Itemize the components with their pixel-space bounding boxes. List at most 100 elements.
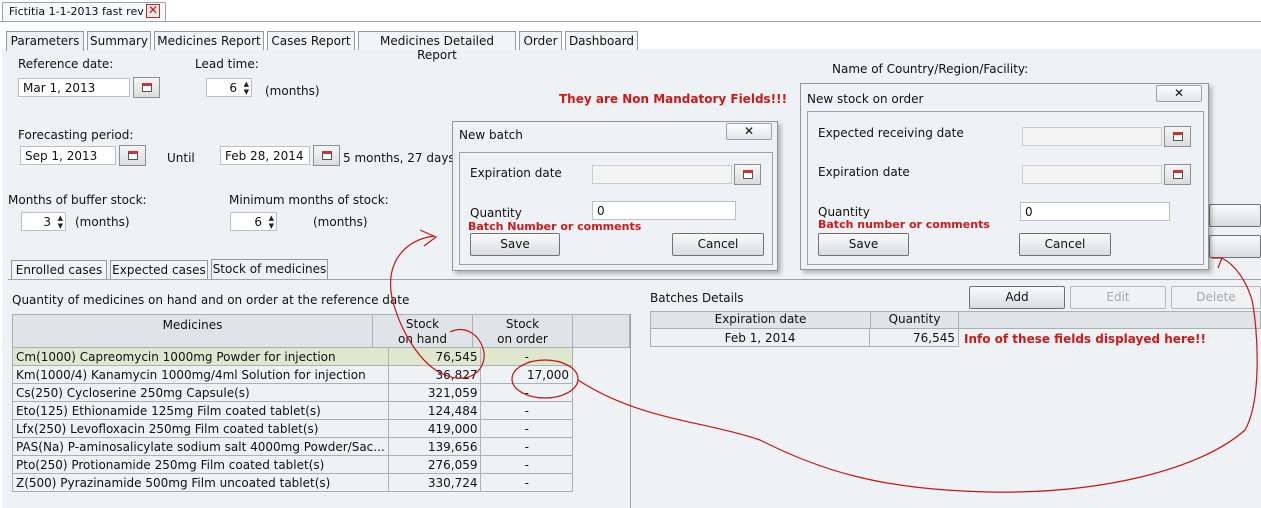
chevron-down-icon[interactable]: ▼ (54, 222, 63, 230)
lead-time-spinner[interactable]: 6 ▲ ▼ (206, 78, 252, 97)
chevron-down-icon[interactable]: ▼ (265, 222, 274, 230)
side-button[interactable] (1209, 204, 1261, 227)
quantity-field[interactable]: 0 (1020, 202, 1170, 221)
tab-stock-of-medicines[interactable]: Stock of medicines (211, 259, 328, 279)
stock-on-order-cell: 17,000 (480, 365, 573, 384)
calendar-icon[interactable] (313, 145, 340, 166)
column-header-medicines[interactable]: Medicines (12, 314, 373, 348)
quantity-cell: 76,545 (869, 328, 959, 347)
lead-time-unit: (months) (265, 84, 320, 98)
tab-expected-cases[interactable]: Expected cases (110, 260, 208, 279)
calendar-icon[interactable] (1164, 126, 1191, 147)
column-header-expiration[interactable]: Expiration date (650, 311, 871, 329)
table-row[interactable]: Cm(1000) Capreomycin 1000mg Powder for i… (12, 347, 573, 366)
forecast-start-field[interactable]: Sep 1, 2013 (20, 146, 116, 165)
column-header-empty (958, 311, 1261, 329)
column-header-on-hand[interactable]: Stock on hand (372, 314, 473, 348)
chevron-up-icon[interactable]: ▲ (265, 214, 274, 222)
expiration-date-field[interactable] (592, 165, 732, 184)
stock-on-order-cell: - (480, 347, 573, 366)
medicine-name-cell: Cs(250) Cycloserine 250mg Capsule(s) (12, 383, 389, 402)
expiration-date-field[interactable] (1022, 165, 1162, 184)
table-row[interactable]: Km(1000/4) Kanamycin 1000mg/4ml Solution… (12, 365, 573, 384)
new-batch-dialog: New batch ✕ Expiration date Quantity 0 B… (452, 121, 778, 271)
expiration-date-label: Expiration date (818, 165, 910, 179)
calendar-icon[interactable] (119, 145, 146, 166)
buffer-stock-spinner[interactable]: 3 ▲ ▼ (21, 212, 66, 231)
minimum-stock-unit: (months) (313, 215, 368, 229)
tab-medicines-report[interactable]: Medicines Report (154, 31, 264, 50)
dialog-body: Expiration date Quantity 0 Batch Number … (459, 152, 773, 265)
calendar-icon[interactable] (734, 164, 761, 185)
table-row[interactable]: Eto(125) Ethionamide 125mg Film coated t… (12, 401, 573, 420)
cancel-button[interactable]: Cancel (1019, 233, 1111, 256)
stock-on-hand-cell: 76,545 (387, 347, 482, 366)
stock-on-hand-cell: 139,656 (387, 437, 482, 456)
column-header-quantity[interactable]: Quantity (870, 311, 959, 329)
medicine-name-cell: PAS(Na) P-aminosalicylate sodium salt 40… (12, 437, 389, 456)
quantity-field[interactable]: 0 (592, 201, 736, 220)
table-row[interactable]: Lfx(250) Levofloxacin 250mg Film coated … (12, 419, 573, 438)
dialog-body: Expected receiving date Expiration date … (807, 111, 1204, 265)
close-icon[interactable]: ✕ (1156, 85, 1202, 102)
stock-on-hand-cell: 36,827 (387, 365, 482, 384)
lead-time-label: Lead time: (195, 57, 259, 71)
lead-time-value: 6 (229, 81, 237, 95)
stock-on-order-cell: - (480, 455, 573, 474)
calendar-icon[interactable] (1164, 164, 1191, 185)
column-header-on-order[interactable]: Stock on order (472, 314, 573, 348)
add-button[interactable]: Add (969, 286, 1065, 309)
expiration-date-cell: Feb 1, 2014 (649, 328, 871, 347)
dialog-title: New batch (459, 128, 523, 142)
close-icon[interactable]: ✕ (146, 4, 160, 18)
buffer-stock-label: Months of buffer stock: (8, 193, 147, 207)
stock-on-order-cell: - (480, 437, 573, 456)
edit-button[interactable]: Edit (1070, 286, 1166, 309)
stock-on-hand-cell: 124,484 (387, 401, 482, 420)
table-row[interactable]: Cs(250) Cycloserine 250mg Capsule(s) 321,… (12, 383, 573, 402)
document-tab-title: Fictitia 1-1-2013 fast rev (9, 5, 144, 18)
batches-title: Batches Details (650, 291, 744, 305)
quantity-label: Quantity (818, 205, 870, 219)
table-row[interactable]: Feb 1, 2014 76,545 (649, 328, 959, 347)
tab-order[interactable]: Order (519, 31, 562, 50)
tab-summary[interactable]: Summary (87, 31, 151, 50)
save-button[interactable]: Save (470, 233, 560, 256)
dialog-title: New stock on order (807, 92, 924, 106)
medicine-name-cell: Pto(250) Protionamide 250mg Film coated … (12, 455, 389, 474)
document-tab[interactable]: Fictitia 1-1-2013 fast rev (2, 2, 166, 21)
tab-dashboard[interactable]: Dashboard (565, 31, 638, 50)
stock-on-order-cell: - (480, 473, 573, 492)
batches-table: Feb 1, 2014 76,545 (649, 328, 959, 347)
tab-cases-report[interactable]: Cases Report (267, 31, 355, 50)
tab-medicines-detailed-report[interactable]: Medicines Detailed Report (358, 31, 516, 62)
tab-parameters[interactable]: Parameters (6, 31, 84, 51)
buffer-stock-value: 3 (43, 215, 51, 229)
document-tab-divider (0, 21, 1261, 22)
non-mandatory-note: They are Non Mandatory Fields!!! (559, 92, 788, 106)
medicine-name-cell: Lfx(250) Levofloxacin 250mg Film coated … (12, 419, 389, 438)
reference-date-field[interactable]: Mar 1, 2013 (18, 78, 130, 97)
tab-enrolled-cases[interactable]: Enrolled cases (11, 260, 107, 279)
chevron-up-icon[interactable]: ▲ (54, 214, 63, 222)
calendar-icon[interactable] (133, 77, 160, 98)
cancel-button[interactable]: Cancel (672, 233, 764, 256)
info-displayed-note: Info of these fields displayed here!! (964, 332, 1206, 346)
medicine-name-cell: Km(1000/4) Kanamycin 1000mg/4ml Solution… (12, 365, 389, 384)
minimum-stock-spinner[interactable]: 6 ▲ ▼ (230, 212, 277, 231)
table-row[interactable]: PAS(Na) P-aminosalicylate sodium salt 40… (12, 437, 573, 456)
subtab-divider (8, 279, 1261, 280)
forecasting-period-label: Forecasting period: (18, 128, 134, 142)
close-icon[interactable]: ✕ (726, 123, 772, 140)
stock-on-order-cell: - (480, 383, 573, 402)
save-button[interactable]: Save (818, 233, 909, 256)
table-row[interactable]: Pto(250) Protionamide 250mg Film coated … (12, 455, 573, 474)
minimum-stock-value: 6 (254, 215, 262, 229)
chevron-up-icon[interactable]: ▲ (240, 80, 249, 88)
forecast-end-field[interactable]: Feb 28, 2014 (220, 146, 310, 165)
expected-receiving-date-field[interactable] (1022, 127, 1162, 146)
table-row[interactable]: Z(500) Pyrazinamide 500mg Film uncoated … (12, 473, 573, 492)
chevron-down-icon[interactable]: ▼ (240, 88, 249, 96)
side-button[interactable] (1209, 235, 1261, 258)
delete-button[interactable]: Delete (1171, 286, 1261, 309)
